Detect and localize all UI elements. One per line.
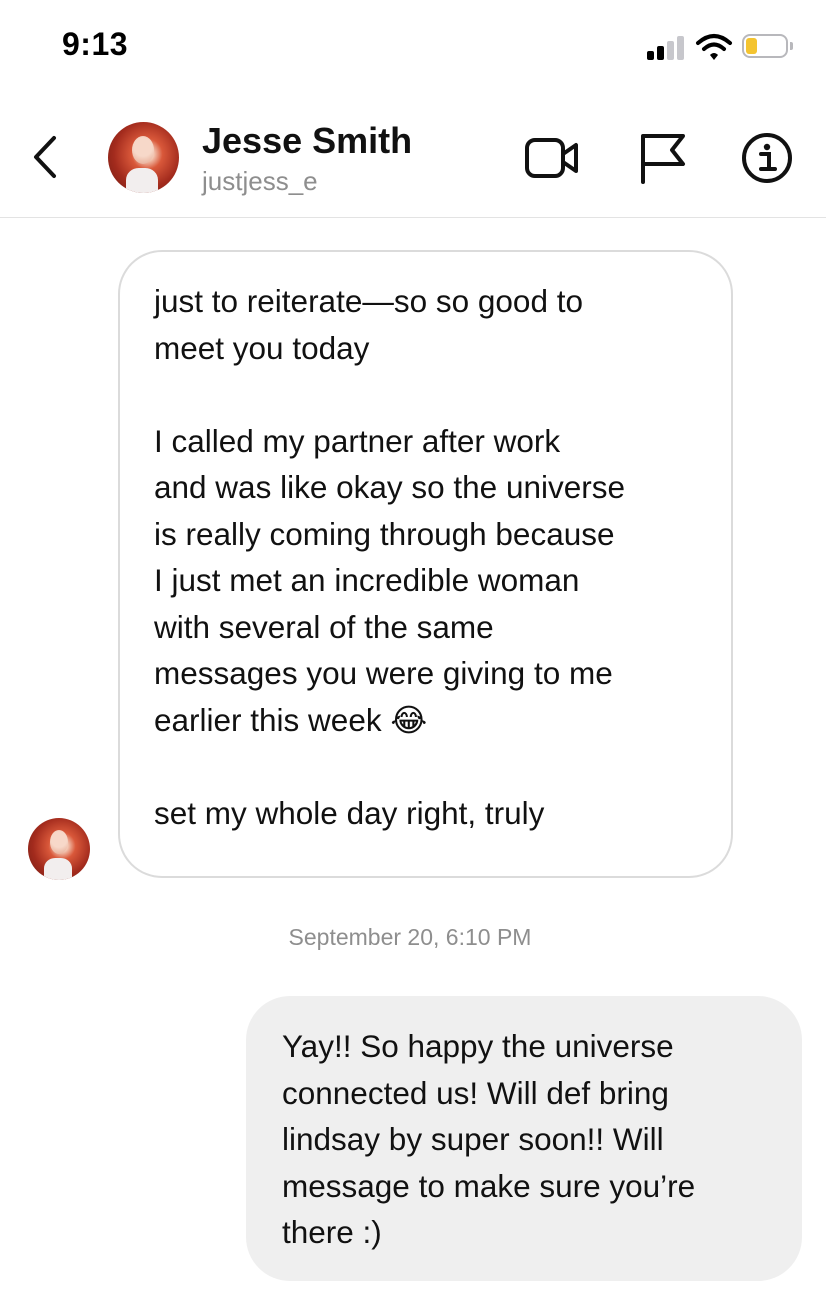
message-timestamp: September 20, 6:10 PM [288,924,532,950]
cellular-signal-icon [647,34,687,60]
contact-name[interactable]: Jesse Smith [202,120,412,162]
contact-username[interactable]: justjess_e [202,166,318,197]
video-camera-icon[interactable] [524,132,580,184]
status-bar: 9:13 [0,0,826,100]
incoming-message-bubble[interactable]: just to reiterate—so so good to meet you… [118,250,733,878]
info-icon[interactable] [740,132,796,184]
flag-icon[interactable] [636,132,692,184]
battery-icon [742,34,793,58]
outgoing-message-bubble[interactable]: Yay!! So happy the universe connected us… [246,996,802,1281]
message-thread[interactable]: just to reiterate—so so good to meet you… [0,218,826,1316]
wifi-icon [696,34,732,60]
battery-level [746,38,757,54]
sender-avatar[interactable] [28,818,90,880]
avatar[interactable] [108,122,179,193]
conversation-header: Jesse Smith justjess_e [0,100,826,218]
status-time: 9:13 [62,26,129,62]
back-button[interactable] [26,132,66,182]
